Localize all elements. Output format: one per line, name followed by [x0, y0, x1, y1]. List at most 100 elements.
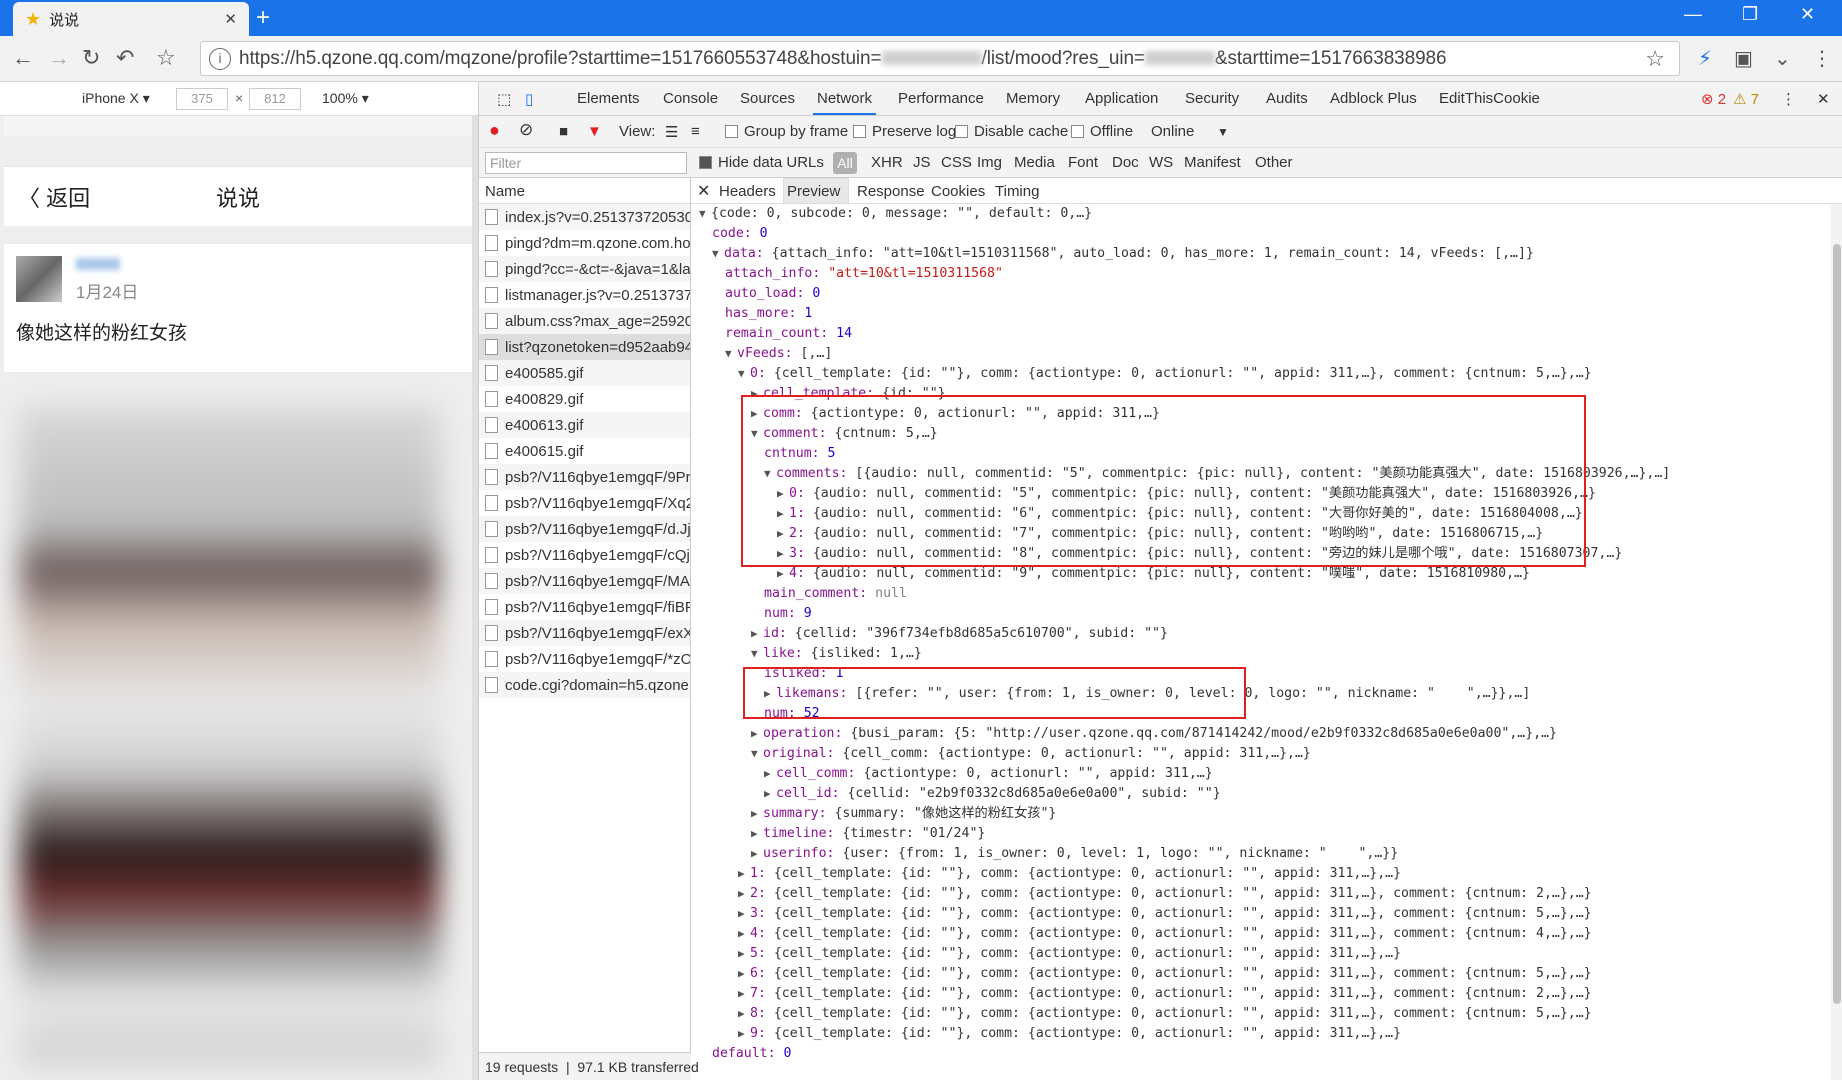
tab-adblock-plus[interactable]: Adblock Plus	[1330, 90, 1417, 107]
json-line[interactable]: ▶ 6: {cell_template: {id: ""}, comm: {act…	[691, 964, 1831, 984]
request-row[interactable]: psb?/V116qbye1emgqF/fiBFI8...	[479, 594, 690, 620]
name-column-header[interactable]: Name	[479, 178, 690, 204]
json-line[interactable]: ▶ 8: {cell_template: {id: ""}, comm: {act…	[691, 1004, 1831, 1024]
extension-bolt-icon[interactable]: ⚡	[1698, 46, 1712, 71]
tab-response[interactable]: Response	[857, 183, 925, 200]
json-line[interactable]: ▶ 9: {cell_template: {id: ""}, comm: {act…	[691, 1024, 1831, 1044]
expanded-triangle-icon[interactable]: ▼	[699, 204, 711, 224]
throttling-select[interactable]: Online	[1151, 123, 1194, 140]
bookmark-star-icon[interactable]: ☆	[1645, 46, 1665, 72]
json-line[interactable]: ▼ data: {attach_info: "att=10&tl=15103115…	[691, 244, 1831, 264]
collapsed-triangle-icon[interactable]: ▶	[738, 944, 750, 964]
avatar[interactable]	[16, 256, 62, 302]
device-width-input[interactable]: 375	[176, 88, 228, 110]
collapsed-triangle-icon[interactable]: ▶	[751, 804, 763, 824]
filter-icon[interactable]: ▼	[587, 123, 602, 140]
minimize-icon[interactable]: —	[1684, 4, 1702, 25]
scrollbar-thumb[interactable]	[1833, 244, 1841, 1004]
preserve-log-checkbox[interactable]: Preserve log	[853, 123, 956, 140]
device-height-input[interactable]: 812	[249, 88, 301, 110]
hide-data-urls-checkbox[interactable]: Hide data URLs	[699, 154, 824, 171]
collapsed-triangle-icon[interactable]: ▶	[738, 864, 750, 884]
list-view-icon[interactable]: ☰	[665, 123, 678, 141]
filter-xhr[interactable]: XHR	[871, 154, 903, 171]
tab-headers[interactable]: Headers	[719, 183, 776, 200]
offline-checkbox[interactable]: Offline	[1071, 123, 1133, 140]
request-row[interactable]: listmanager.js?v=0.2513737207...	[479, 282, 690, 308]
request-row[interactable]: psb?/V116qbye1emgqF/cQj0m...	[479, 542, 690, 568]
collapsed-triangle-icon[interactable]: ▶	[751, 724, 763, 744]
tab-console[interactable]: Console	[663, 90, 718, 107]
json-line[interactable]: ▶ 1: {cell_template: {id: ""}, comm: {act…	[691, 864, 1831, 884]
clear-icon[interactable]: ⊘	[519, 120, 533, 140]
filter-js[interactable]: JS	[913, 154, 931, 171]
expanded-triangle-icon[interactable]: ▼	[712, 244, 724, 264]
collapsed-triangle-icon[interactable]: ▶	[738, 1004, 750, 1024]
scrollbar[interactable]	[1831, 204, 1842, 1080]
tab-elements[interactable]: Elements	[577, 90, 640, 107]
collapsed-triangle-icon[interactable]: ▶	[777, 564, 789, 584]
post-card[interactable]: 1月24日 像她这样的粉红女孩	[4, 244, 472, 372]
filter-input[interactable]: Filter	[485, 152, 687, 174]
collapsed-triangle-icon[interactable]: ▶	[738, 1024, 750, 1044]
error-count[interactable]: ⊗ 2	[1701, 90, 1726, 108]
filter-css[interactable]: CSS	[941, 154, 972, 171]
device-mode-icon[interactable]: ▯	[525, 90, 533, 108]
json-line[interactable]: ▼ vFeeds: [,…]	[691, 344, 1831, 364]
filter-all[interactable]: All	[833, 152, 857, 174]
request-row[interactable]: e400615.gif	[479, 438, 690, 464]
tab-editthiscookie[interactable]: EditThisCookie	[1439, 90, 1540, 107]
window-close-icon[interactable]: ✕	[1800, 4, 1815, 25]
back-icon[interactable]: ←	[12, 45, 34, 71]
inspect-icon[interactable]: ⬚	[497, 90, 511, 108]
json-line[interactable]: ▶ 7: {cell_template: {id: ""}, comm: {act…	[691, 984, 1831, 1004]
expanded-triangle-icon[interactable]: ▼	[725, 344, 737, 364]
group-by-frame-checkbox[interactable]: Group by frame	[725, 123, 848, 140]
request-row[interactable]: psb?/V116qbye1emgqF/9Prf6f...	[479, 464, 690, 490]
bookmark-icon[interactable]: ☆	[156, 45, 176, 71]
tab-timing[interactable]: Timing	[995, 183, 1039, 200]
tab-audits[interactable]: Audits	[1266, 90, 1308, 107]
browser-tab[interactable]: ★ 说说 ✕	[13, 2, 249, 36]
tab-application[interactable]: Application	[1085, 90, 1158, 107]
info-icon[interactable]: i	[209, 47, 231, 70]
request-row[interactable]: e400829.gif	[479, 386, 690, 412]
request-row[interactable]: list?qzonetoken=d952aab9433...	[479, 334, 690, 360]
disable-cache-checkbox[interactable]: Disable cache	[955, 123, 1068, 140]
undo-icon[interactable]: ↶	[116, 45, 134, 71]
tab-preview[interactable]: Preview	[787, 183, 840, 200]
zoom-select[interactable]: 100% ▾	[322, 90, 369, 107]
json-line[interactable]: ▼ like: {isliked: 1,…}	[691, 644, 1831, 664]
filter-img[interactable]: Img	[977, 154, 1002, 171]
collapsed-triangle-icon[interactable]: ▶	[738, 904, 750, 924]
device-select[interactable]: iPhone X ▾	[82, 90, 150, 107]
waterfall-view-icon[interactable]: ≡	[691, 123, 700, 140]
record-icon[interactable]: ●	[489, 120, 500, 141]
json-line[interactable]: ▼ 0: {cell_template: {id: ""}, comm: {act…	[691, 364, 1831, 384]
extension-image-icon[interactable]: ▣	[1734, 46, 1753, 71]
collapsed-triangle-icon[interactable]: ▶	[751, 624, 763, 644]
filter-ws[interactable]: WS	[1149, 154, 1173, 171]
request-row[interactable]: pingd?cc=-&ct=-&java=1&lan...	[479, 256, 690, 282]
tab-sources[interactable]: Sources	[740, 90, 795, 107]
json-line[interactable]: ▶ timeline: {timestr: "01/24"}	[691, 824, 1831, 844]
request-row[interactable]: album.css?max_age=259200&...	[479, 308, 690, 334]
filter-doc[interactable]: Doc	[1112, 154, 1139, 171]
request-row[interactable]: psb?/V116qbye1emgqF/*zOo3...	[479, 646, 690, 672]
collapsed-triangle-icon[interactable]: ▶	[751, 824, 763, 844]
close-preview-icon[interactable]: ✕	[697, 181, 710, 201]
new-tab-icon[interactable]: +	[256, 4, 270, 32]
json-line[interactable]: ▶ userinfo: {user: {from: 1, is_owner: 0,…	[691, 844, 1831, 864]
tab-network[interactable]: Network	[812, 90, 877, 115]
screenshot-icon[interactable]: ■	[559, 123, 568, 140]
request-row[interactable]: psb?/V116qbye1emgqF/exXn7...	[479, 620, 690, 646]
restore-icon[interactable]: ❐	[1742, 4, 1758, 25]
reload-icon[interactable]: ↻	[82, 45, 100, 71]
json-line[interactable]: ▼ original: {cell_comm: {actiontype: 0, a…	[691, 744, 1831, 764]
json-line[interactable]: ▶ operation: {busi_param: {5: "http://use…	[691, 724, 1831, 744]
filter-manifest[interactable]: Manifest	[1184, 154, 1241, 171]
request-row[interactable]: e400613.gif	[479, 412, 690, 438]
json-line[interactable]: ▶ 2: {cell_template: {id: ""}, comm: {act…	[691, 884, 1831, 904]
json-line[interactable]: ▶ 3: {cell_template: {id: ""}, comm: {act…	[691, 904, 1831, 924]
collapsed-triangle-icon[interactable]: ▶	[738, 884, 750, 904]
